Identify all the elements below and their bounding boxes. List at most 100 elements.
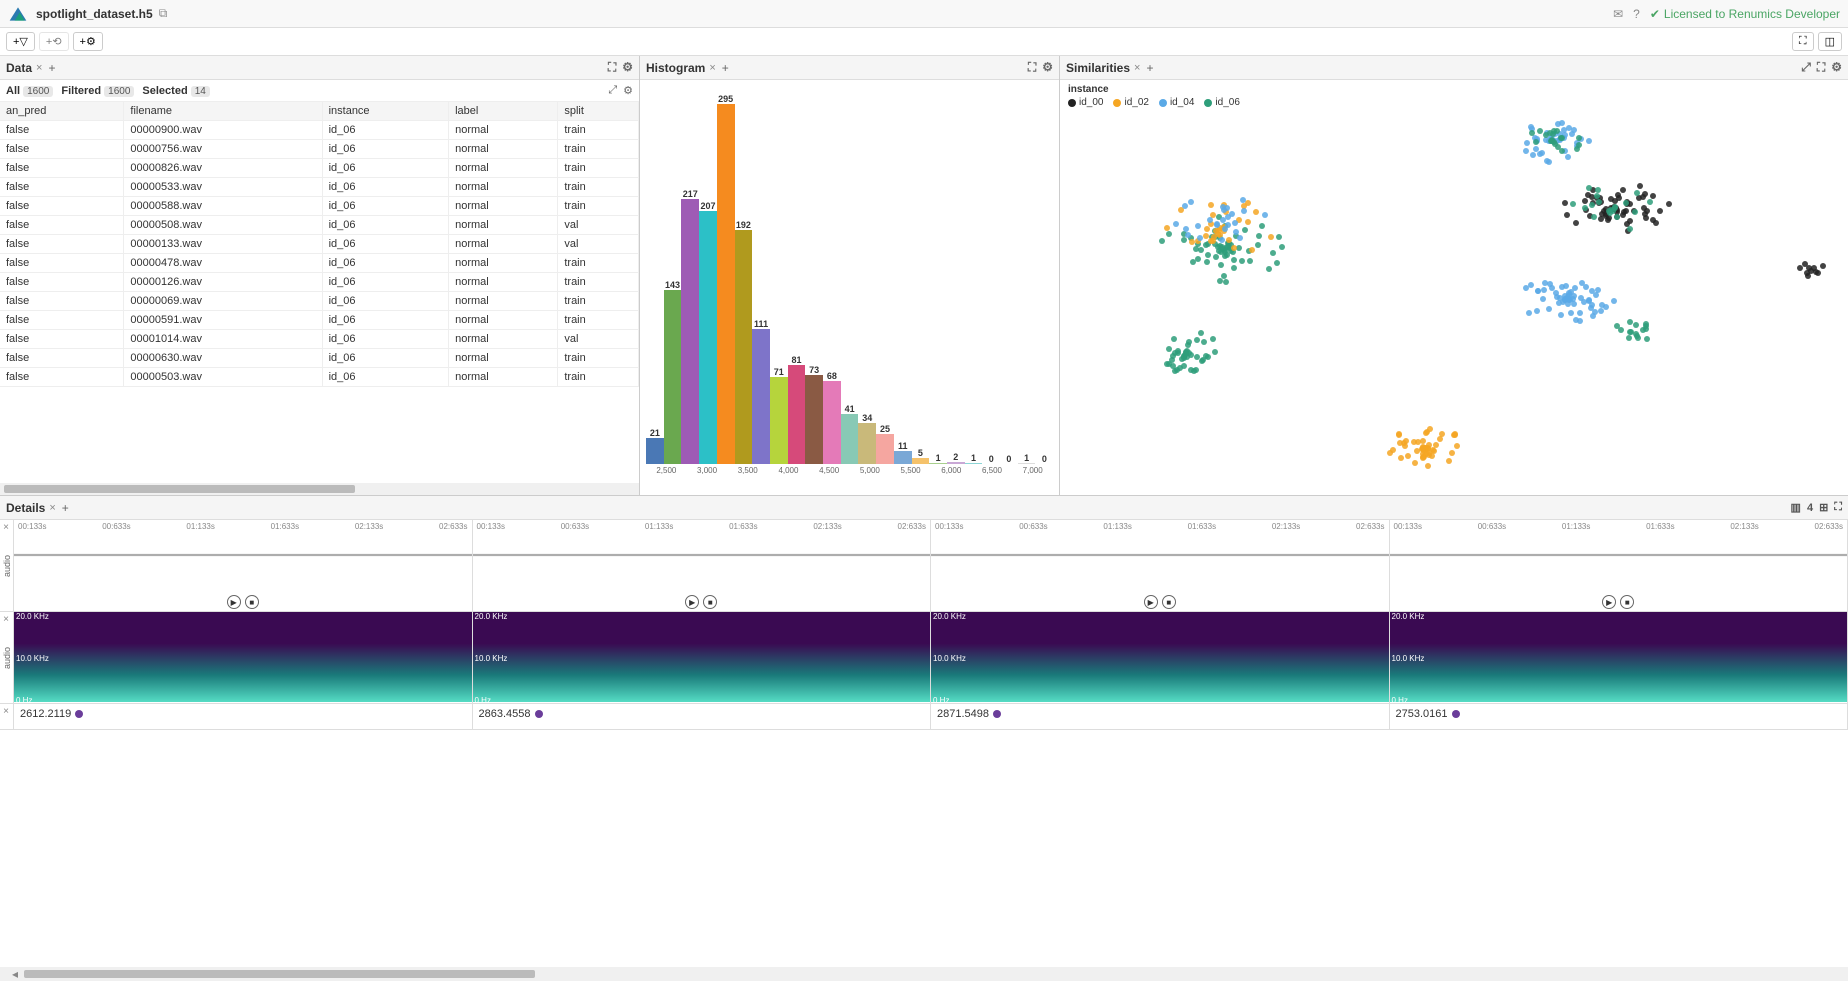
scatter-point[interactable] xyxy=(1213,254,1219,260)
scatter-point[interactable] xyxy=(1177,365,1183,371)
scatter-point[interactable] xyxy=(1164,361,1170,367)
scatter-point[interactable] xyxy=(1247,258,1253,264)
scatter-point[interactable] xyxy=(1627,319,1633,325)
scatter-point[interactable] xyxy=(1164,225,1170,231)
scatter-point[interactable] xyxy=(1245,200,1251,206)
stop-icon[interactable]: ■ xyxy=(1620,595,1634,609)
scatter-point[interactable] xyxy=(1640,327,1646,333)
column-header[interactable]: label xyxy=(449,102,558,121)
scatter-point[interactable] xyxy=(1170,363,1176,369)
scatter-point[interactable] xyxy=(1204,226,1210,232)
scatter-point[interactable] xyxy=(1815,270,1821,276)
scatter-point[interactable] xyxy=(1266,266,1272,272)
play-icon[interactable]: ▶ xyxy=(227,595,241,609)
scatter-point[interactable] xyxy=(1210,336,1216,342)
histogram-bar[interactable] xyxy=(947,462,965,464)
scatter-point[interactable] xyxy=(1657,208,1663,214)
scatter-point[interactable] xyxy=(1212,349,1218,355)
scatter-point[interactable] xyxy=(1182,203,1188,209)
scatter-point[interactable] xyxy=(1524,140,1530,146)
scatter-point[interactable] xyxy=(1528,282,1534,288)
scatter-point[interactable] xyxy=(1181,355,1187,361)
help-icon[interactable]: ? xyxy=(1633,7,1640,21)
scatter-point[interactable] xyxy=(1591,214,1597,220)
scatter-point[interactable] xyxy=(1577,310,1583,316)
add-filter-button[interactable]: +▽ xyxy=(6,32,35,51)
scatter-point[interactable] xyxy=(1452,432,1458,438)
scatter-point[interactable] xyxy=(1523,148,1529,154)
scatter-point[interactable] xyxy=(1213,228,1219,234)
histogram-bar[interactable] xyxy=(858,423,876,464)
scatter-point[interactable] xyxy=(1562,200,1568,206)
table-row[interactable]: false00000533.wavid_06normaltrain xyxy=(0,178,639,197)
scatter-point[interactable] xyxy=(1558,135,1564,141)
scatter-point[interactable] xyxy=(1611,298,1617,304)
scatter-point[interactable] xyxy=(1194,337,1200,343)
scatter-point[interactable] xyxy=(1634,190,1640,196)
scatter-point[interactable] xyxy=(1555,144,1561,150)
scatter-point[interactable] xyxy=(1425,463,1431,469)
scatter-point[interactable] xyxy=(1223,279,1229,285)
scatter-point[interactable] xyxy=(1544,158,1550,164)
scatter-point[interactable] xyxy=(1268,234,1274,240)
scatter-point[interactable] xyxy=(1231,265,1237,271)
scatter-point[interactable] xyxy=(1198,247,1204,253)
scatter-point[interactable] xyxy=(1427,426,1433,432)
scatter-point[interactable] xyxy=(1402,443,1408,449)
histogram-bar[interactable] xyxy=(965,463,983,464)
scatter-point[interactable] xyxy=(1226,237,1232,243)
scatter-point[interactable] xyxy=(1159,238,1165,244)
scatter-point[interactable] xyxy=(1643,321,1649,327)
stop-icon[interactable]: ■ xyxy=(245,595,259,609)
histogram-bar[interactable] xyxy=(823,381,841,464)
scatter-point[interactable] xyxy=(1411,439,1417,445)
data-table[interactable]: an_predfilenameinstancelabelsplit false0… xyxy=(0,102,639,483)
scatter-point[interactable] xyxy=(1553,290,1559,296)
scatter-point[interactable] xyxy=(1437,436,1443,442)
scatter-point[interactable] xyxy=(1529,130,1535,136)
gear-icon[interactable]: ⚙ xyxy=(1831,60,1842,75)
column-header[interactable]: filename xyxy=(124,102,322,121)
close-icon[interactable]: × xyxy=(49,502,55,514)
scatter-point[interactable] xyxy=(1201,339,1207,345)
table-expand-icon[interactable]: ⤢ xyxy=(608,84,617,97)
scatter-point[interactable] xyxy=(1420,438,1426,444)
scatter-point[interactable] xyxy=(1546,306,1552,312)
column-header[interactable]: instance xyxy=(322,102,449,121)
histogram-bar[interactable] xyxy=(735,230,753,464)
scatter-point[interactable] xyxy=(1582,205,1588,211)
scatter-point[interactable] xyxy=(1530,152,1536,158)
scatter-point[interactable] xyxy=(1582,198,1588,204)
scatter-point[interactable] xyxy=(1225,222,1231,228)
scatter-point[interactable] xyxy=(1231,257,1237,263)
layout-button-1[interactable]: ⛶ xyxy=(1792,32,1814,51)
scatter-point[interactable] xyxy=(1454,443,1460,449)
expand-icon[interactable]: ⛶ xyxy=(1817,60,1825,75)
table-gear-icon[interactable]: ⚙ xyxy=(623,84,633,97)
scatter-point[interactable] xyxy=(1171,336,1177,342)
scatter-point[interactable] xyxy=(1205,252,1211,258)
histogram-bar[interactable] xyxy=(876,434,894,465)
scatter-point[interactable] xyxy=(1576,135,1582,141)
scatter-point[interactable] xyxy=(1188,199,1194,205)
scatter-point[interactable] xyxy=(1200,357,1206,363)
scatter-point[interactable] xyxy=(1614,214,1620,220)
scatter-point[interactable] xyxy=(1533,139,1539,145)
scatter-point[interactable] xyxy=(1414,448,1420,454)
scatter-point[interactable] xyxy=(1581,299,1587,305)
gear-icon[interactable]: ⚙ xyxy=(1042,60,1053,75)
close-icon[interactable]: × xyxy=(1134,62,1140,74)
scatter-point[interactable] xyxy=(1540,296,1546,302)
column-header[interactable]: an_pred xyxy=(0,102,124,121)
scatter-point[interactable] xyxy=(1249,247,1255,253)
scatter-point[interactable] xyxy=(1583,284,1589,290)
mail-icon[interactable]: ✉ xyxy=(1613,7,1623,21)
table-row[interactable]: false00000591.wavid_06normaltrain xyxy=(0,311,639,330)
play-icon[interactable]: ▶ xyxy=(685,595,699,609)
histogram-bar[interactable] xyxy=(770,377,788,464)
stop-icon[interactable]: ■ xyxy=(703,595,717,609)
scatter-point[interactable] xyxy=(1570,201,1576,207)
table-row[interactable]: false00000900.wavid_06normaltrain xyxy=(0,121,639,140)
scatter-point[interactable] xyxy=(1820,263,1826,269)
scatter-point[interactable] xyxy=(1572,285,1578,291)
